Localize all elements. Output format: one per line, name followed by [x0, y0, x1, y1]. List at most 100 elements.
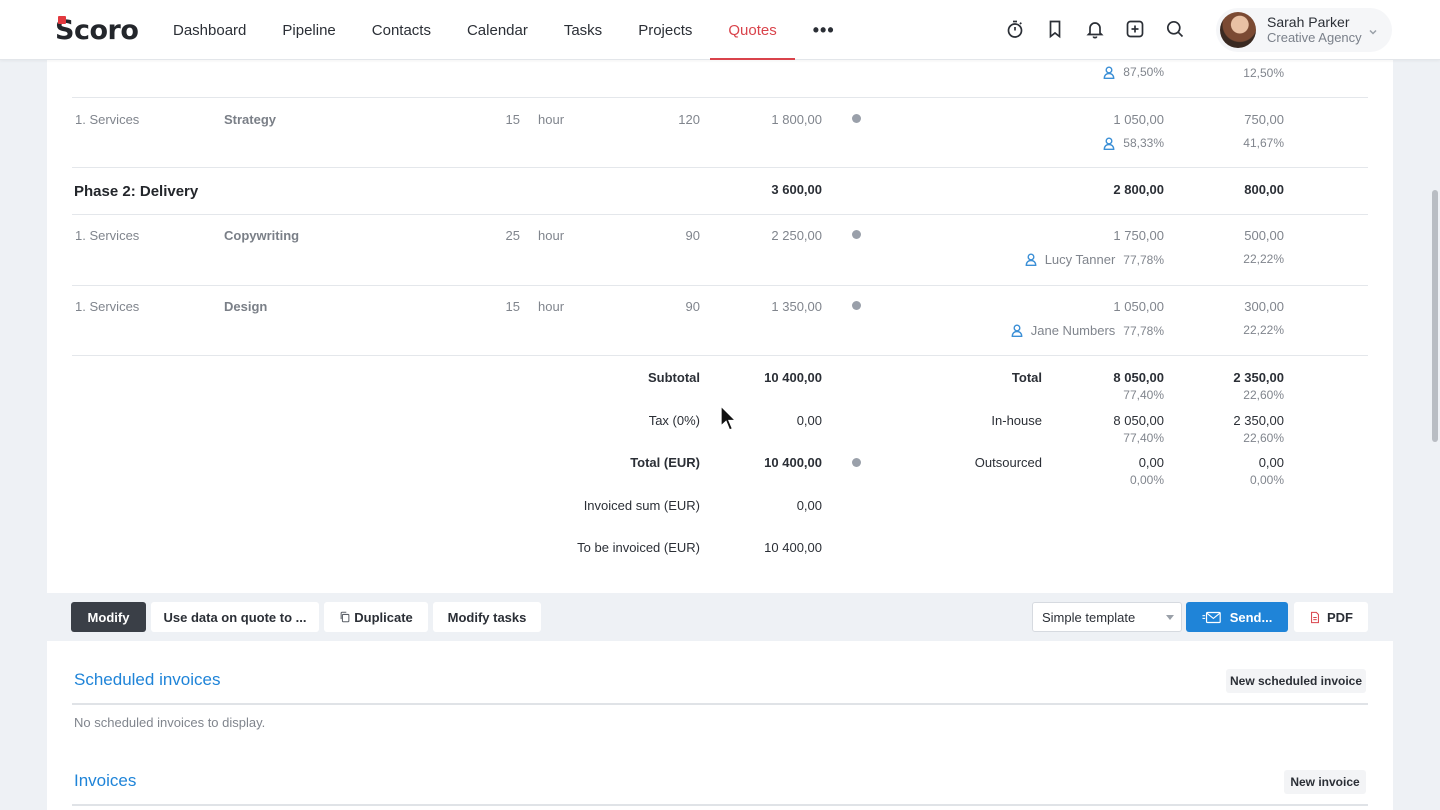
status-dot	[852, 114, 861, 123]
phase-outsourced: 800,00	[1244, 182, 1284, 197]
bell-icon[interactable]	[1080, 14, 1110, 44]
chevron-down-icon	[1368, 24, 1378, 35]
template-select-value: Simple template	[1042, 609, 1136, 625]
phase-inhouse: 2 800,00	[1113, 182, 1164, 197]
person-icon	[1025, 253, 1037, 266]
line-unit: hour	[538, 228, 565, 243]
outsourced-inhouse: 0,00	[1138, 455, 1164, 470]
duplicate-button[interactable]: Duplicate	[324, 602, 428, 632]
cost-split-row: 87,50%	[1057, 65, 1164, 79]
line-unit: hour	[538, 299, 565, 314]
outsourced-label: Outsourced	[974, 455, 1042, 470]
scoro-logo[interactable]: Scoro	[55, 15, 139, 46]
nav-pipeline[interactable]: Pipeline	[264, 0, 353, 60]
cost-split-row: Jane Numbers 77,78%	[947, 323, 1164, 338]
nav-quotes[interactable]: Quotes	[710, 0, 796, 60]
line-name[interactable]: Design	[224, 299, 267, 314]
use-data-button[interactable]: Use data on quote to ...	[151, 602, 319, 632]
line-price: 90	[685, 228, 700, 243]
duplicate-label: Duplicate	[354, 609, 413, 625]
timer-icon[interactable]	[1000, 14, 1030, 44]
search-icon[interactable]	[1160, 14, 1190, 44]
divider	[72, 167, 1368, 168]
invoices-title[interactable]: Invoices	[74, 771, 136, 791]
person-icon	[1103, 137, 1115, 150]
send-button[interactable]: Send...	[1186, 602, 1288, 632]
avatar	[1220, 12, 1256, 48]
to-invoice-label: To be invoiced (EUR)	[577, 540, 700, 555]
inhouse-outsourced-pct: 22,60%	[1243, 431, 1284, 445]
line-name[interactable]: Copywriting	[224, 228, 299, 243]
scheduled-invoices-title[interactable]: Scheduled invoices	[74, 670, 220, 690]
person-icon	[1103, 66, 1115, 79]
modify-button[interactable]: Modify	[71, 602, 146, 632]
add-icon[interactable]	[1120, 14, 1150, 44]
divider	[72, 285, 1368, 286]
line-price: 90	[685, 299, 700, 314]
scheduled-invoices-empty: No scheduled invoices to display.	[74, 715, 266, 730]
user-organization: Creative Agency	[1267, 30, 1362, 45]
status-dot	[852, 301, 861, 310]
quote-lines-card: 87,50% 12,50% 1. Services Strategy 15 ho…	[47, 60, 1393, 593]
outsourced-pct: 12,50%	[1243, 66, 1284, 80]
outsourced-pct: 22,22%	[1243, 252, 1284, 266]
line-sum: 2 250,00	[771, 228, 822, 243]
line-sum: 1 800,00	[771, 112, 822, 127]
caret-down-icon	[1166, 615, 1174, 620]
bookmark-icon[interactable]	[1040, 14, 1070, 44]
assigned-person[interactable]: Lucy Tanner	[1045, 252, 1116, 267]
nav-tasks[interactable]: Tasks	[546, 0, 620, 60]
cost-total-outsourced: 2 350,00	[1233, 370, 1284, 385]
invoiced-label: Invoiced sum (EUR)	[583, 498, 700, 513]
status-dot	[852, 230, 861, 239]
divider	[72, 355, 1368, 356]
divider	[72, 97, 1368, 98]
pdf-button[interactable]: PDF	[1294, 602, 1368, 632]
divider	[72, 804, 1368, 806]
line-name[interactable]: Strategy	[224, 112, 276, 127]
more-icon[interactable]: •••	[795, 0, 853, 60]
nav-contacts[interactable]: Contacts	[354, 0, 449, 60]
invoiced-value: 0,00	[796, 498, 822, 513]
mouse-cursor-icon	[720, 405, 737, 431]
user-name: Sarah Parker	[1267, 14, 1350, 30]
outsourced-outsourced-pct: 0,00%	[1249, 473, 1284, 487]
user-menu[interactable]: Sarah Parker Creative Agency	[1216, 8, 1392, 52]
phase-title: Phase 2: Delivery	[74, 183, 199, 200]
pdf-file-icon	[1311, 611, 1319, 623]
nav-calendar[interactable]: Calendar	[449, 0, 546, 60]
outsourced-cost: 750,00	[1244, 112, 1284, 127]
outsourced-cost: 500,00	[1244, 228, 1284, 243]
outsourced-outsourced: 0,00	[1258, 455, 1284, 470]
new-scheduled-invoice-button[interactable]: New scheduled invoice	[1226, 669, 1366, 693]
outsourced-inhouse-pct: 0,00%	[1129, 473, 1164, 487]
line-quantity: 15	[505, 112, 520, 127]
tax-value: 0,00	[796, 413, 822, 428]
subtotal-value: 10 400,00	[764, 370, 822, 385]
nav-projects[interactable]: Projects	[620, 0, 710, 60]
line-price: 120	[678, 112, 700, 127]
header-tools	[1000, 14, 1190, 44]
copy-icon	[340, 611, 350, 623]
nav-dashboard[interactable]: Dashboard	[155, 0, 264, 60]
send-label: Send...	[1229, 609, 1273, 625]
line-quantity: 15	[505, 299, 520, 314]
divider	[72, 214, 1368, 215]
cost-total-inhouse: 8 050,00	[1113, 370, 1164, 385]
modify-tasks-button[interactable]: Modify tasks	[433, 602, 541, 632]
divider	[72, 703, 1368, 705]
top-navigation-bar: Scoro Dashboard Pipeline Contacts Calend…	[0, 0, 1440, 60]
page-scrollbar[interactable]	[1432, 190, 1438, 442]
template-select[interactable]: Simple template	[1032, 602, 1182, 632]
subtotal-label: Subtotal	[648, 370, 700, 385]
inhouse-inhouse: 8 050,00	[1113, 413, 1164, 428]
outsourced-pct: 22,22%	[1243, 323, 1284, 337]
line-sum: 1 350,00	[771, 299, 822, 314]
envelope-icon	[1202, 611, 1221, 623]
inhouse-inhouse-pct: 77,40%	[1123, 431, 1164, 445]
assigned-person[interactable]: Jane Numbers	[1031, 323, 1116, 338]
new-invoice-button[interactable]: New invoice	[1284, 770, 1366, 794]
line-unit: hour	[538, 112, 565, 127]
cost-total-inhouse-pct: 77,40%	[1123, 388, 1164, 402]
inhouse-cost: 1 750,00	[1113, 228, 1164, 243]
